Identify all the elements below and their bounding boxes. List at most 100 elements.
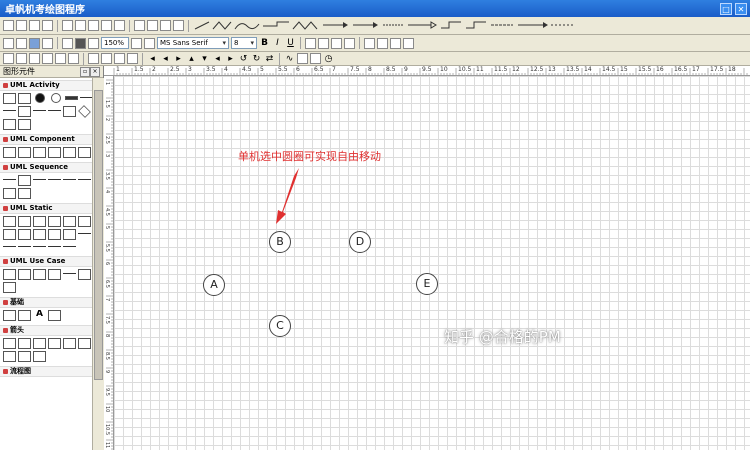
circle-node-a[interactable]: A: [203, 274, 225, 296]
freeform-shape[interactable]: [48, 310, 61, 321]
action-shape[interactable]: [18, 93, 31, 104]
initial-node-shape[interactable]: [35, 93, 45, 103]
package-shape[interactable]: [18, 147, 31, 158]
move-right-icon[interactable]: ▸: [173, 54, 184, 64]
package-shape[interactable]: [3, 216, 16, 227]
italic-button[interactable]: I: [272, 38, 283, 48]
circle-node-b[interactable]: B: [269, 231, 291, 253]
print-icon[interactable]: [42, 20, 53, 31]
bent-arrow-shape[interactable]: [78, 338, 91, 349]
align-right-icon[interactable]: [331, 37, 342, 49]
parameterized-class-shape[interactable]: [63, 229, 76, 240]
note-shape[interactable]: [78, 147, 91, 158]
fragment-shape[interactable]: [3, 188, 16, 199]
callout-arrow-shape[interactable]: [63, 338, 76, 349]
align-objects-top-icon[interactable]: [42, 53, 53, 64]
group-header[interactable]: UML Static: [0, 203, 103, 214]
group-header[interactable]: 基础: [0, 297, 103, 308]
align-objects-left-icon[interactable]: [3, 53, 14, 64]
return-message-shape[interactable]: [63, 179, 76, 185]
send-back-icon[interactable]: [403, 37, 414, 49]
swimlane-shape[interactable]: [18, 119, 31, 130]
interface-class-shape[interactable]: [33, 216, 46, 227]
maximize-button[interactable]: □: [720, 2, 732, 15]
corner-arrow-shape[interactable]: [18, 351, 31, 362]
clock-icon[interactable]: ◷: [323, 54, 334, 64]
text-shape[interactable]: A: [33, 310, 46, 321]
cross-shape[interactable]: [18, 310, 31, 321]
utility-shape[interactable]: [18, 229, 31, 240]
move-left-fast-icon[interactable]: ◂: [160, 54, 171, 64]
rotate-left-icon[interactable]: ↺: [238, 54, 249, 64]
close-button[interactable]: ✕: [735, 2, 747, 15]
subsystem-shape[interactable]: [48, 269, 61, 280]
artifact-shape[interactable]: [48, 147, 61, 158]
zoom-tool-icon[interactable]: [160, 20, 171, 31]
split-arrow-shape[interactable]: [33, 351, 46, 362]
package-shape[interactable]: [3, 282, 16, 293]
same-width-icon[interactable]: [114, 53, 125, 64]
font-size-select[interactable]: 8 ▾: [231, 37, 257, 49]
shadow-icon[interactable]: [16, 37, 27, 49]
group-icon[interactable]: [364, 37, 375, 49]
align-objects-middle-icon[interactable]: [55, 53, 66, 64]
signal-shape[interactable]: [78, 216, 91, 227]
panel-scrollbar[interactable]: [92, 78, 104, 450]
group-header[interactable]: 流程图: [0, 366, 103, 377]
group-header[interactable]: UML Use Case: [0, 256, 103, 267]
primitive-shape[interactable]: [33, 229, 46, 240]
font-family-select[interactable]: MS Sans Serif ▾: [157, 37, 229, 49]
undo-icon[interactable]: [101, 20, 112, 31]
actor-shape[interactable]: [3, 269, 16, 280]
right-arrow-shape[interactable]: [3, 338, 16, 349]
bring-front-icon[interactable]: [390, 37, 401, 49]
object-flow-shape[interactable]: [3, 110, 16, 116]
scrollbar-thumb[interactable]: [94, 90, 103, 380]
nudge-left-icon[interactable]: ◂: [212, 54, 223, 64]
align-objects-center-icon[interactable]: [16, 53, 27, 64]
group-header[interactable]: UML Sequence: [0, 162, 103, 173]
final-node-shape[interactable]: [51, 93, 61, 103]
circle-node-d[interactable]: D: [349, 231, 371, 253]
group-header[interactable]: 箭头: [0, 325, 103, 336]
rotate-right-icon[interactable]: ↻: [251, 54, 262, 64]
align-center-icon[interactable]: [318, 37, 329, 49]
flip-icon[interactable]: ⇄: [264, 54, 275, 64]
transition-shape[interactable]: [33, 110, 46, 116]
flow-arrow-shape[interactable]: [48, 110, 61, 116]
align-left-icon[interactable]: [305, 37, 316, 49]
fill-color-icon[interactable]: [29, 37, 40, 49]
interface-shape[interactable]: [33, 147, 46, 158]
zoom-select[interactable]: 150%▾: [101, 37, 129, 49]
use-case-shape[interactable]: [18, 269, 31, 280]
message-shape[interactable]: [33, 179, 46, 185]
note-shape[interactable]: [78, 269, 91, 280]
generalization-shape[interactable]: [3, 246, 16, 252]
nudge-right-icon[interactable]: ▸: [225, 54, 236, 64]
line-weight-icon[interactable]: [131, 37, 142, 49]
pin-icon[interactable]: ▫: [80, 67, 90, 77]
move-left-icon[interactable]: ◂: [147, 54, 158, 64]
circle-node-c[interactable]: C: [269, 315, 291, 337]
space-horizontal-icon[interactable]: [88, 53, 99, 64]
open-file-icon[interactable]: [16, 20, 27, 31]
freeform-icon[interactable]: ∿: [284, 54, 295, 64]
enumeration-shape[interactable]: [48, 216, 61, 227]
group-header[interactable]: UML Activity: [0, 80, 103, 91]
object-node-shape[interactable]: [63, 106, 76, 117]
system-boundary-shape[interactable]: [33, 269, 46, 280]
up-arrow-shape[interactable]: [48, 338, 61, 349]
save-icon[interactable]: [29, 20, 40, 31]
note-shape[interactable]: [18, 188, 31, 199]
component-shape[interactable]: [3, 147, 16, 158]
bold-button[interactable]: B: [259, 38, 270, 48]
fill-bucket-icon[interactable]: [3, 37, 14, 49]
line-color-icon[interactable]: [42, 37, 53, 49]
arrange-icon[interactable]: [62, 37, 73, 49]
grid-icon[interactable]: [310, 53, 321, 64]
copy-icon[interactable]: [75, 20, 86, 31]
exception-shape[interactable]: [3, 229, 16, 240]
circle-node-e[interactable]: E: [416, 273, 438, 295]
dependency-shape[interactable]: [18, 246, 31, 252]
drawing-canvas[interactable]: 单机选中圆圈可实现自由移动 B D A E C: [114, 76, 750, 450]
